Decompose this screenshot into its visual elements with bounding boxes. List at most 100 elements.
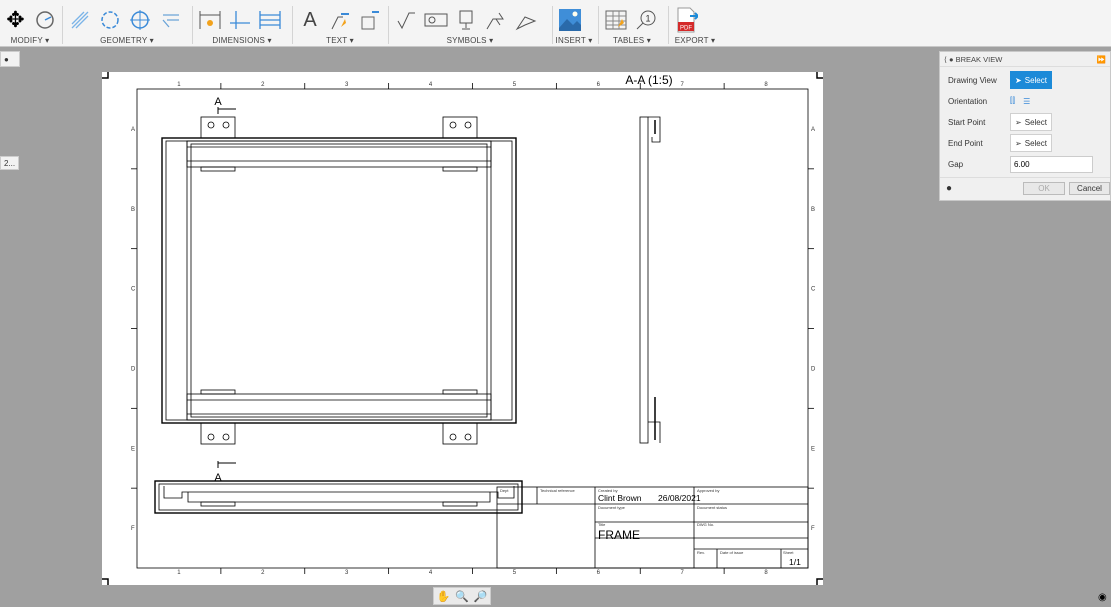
- row-label: D: [131, 366, 136, 372]
- symbols-group[interactable]: SYMBOLS ▾: [390, 0, 550, 47]
- geometry-menu[interactable]: GEOMETRY ▾: [64, 36, 190, 45]
- welding-symbol-icon[interactable]: [484, 8, 508, 32]
- collapse-icon[interactable]: ⟨ ●: [944, 55, 956, 64]
- move-icon[interactable]: ✥: [4, 7, 27, 32]
- break-view-panel: ⟨ ● BREAK VIEW ⏩ Drawing View ➤ Select Orie…: [939, 51, 1111, 201]
- column-label: 2: [261, 570, 265, 576]
- svg-text:1: 1: [645, 14, 650, 24]
- row-label: C: [811, 287, 816, 293]
- column-label: 8: [764, 82, 768, 88]
- cancel-button[interactable]: Cancel: [1069, 182, 1110, 195]
- row-label: A: [811, 127, 815, 133]
- svg-text:Document type: Document type: [598, 505, 626, 510]
- row-label: A: [131, 127, 135, 133]
- svg-text:Date of issue: Date of issue: [720, 550, 744, 555]
- title-block: [496, 486, 809, 569]
- datum-identifier-icon[interactable]: [454, 8, 478, 32]
- browser-toggle[interactable]: ●: [0, 51, 20, 67]
- export-group[interactable]: PDF EXPORT ▾: [670, 0, 720, 47]
- row-label: E: [811, 446, 815, 452]
- gap-input[interactable]: [1010, 155, 1093, 173]
- text-group[interactable]: A TEXT ▾: [294, 0, 386, 47]
- frame-bottom-view: [154, 461, 523, 514]
- column-label: 6: [597, 82, 601, 88]
- drawing-view-select-button[interactable]: ➤ Select: [1010, 71, 1052, 89]
- center-mark-pattern-icon[interactable]: [128, 8, 152, 32]
- text-menu[interactable]: TEXT ▾: [294, 36, 386, 45]
- end-point-select-button[interactable]: ➢ Select: [1010, 134, 1052, 152]
- drawing-sheet[interactable]: A A A-A (1:5) Dept Technical reference C…: [102, 72, 823, 585]
- text-style-icon[interactable]: [358, 8, 382, 32]
- column-label: 4: [429, 82, 433, 88]
- table-icon[interactable]: [604, 8, 628, 32]
- pan-icon[interactable]: ✋: [436, 590, 450, 603]
- svg-text:1/1: 1/1: [789, 557, 801, 567]
- symbols-menu[interactable]: SYMBOLS ▾: [390, 36, 550, 45]
- orientation-vertical-icon[interactable]: ⫿⫿: [1010, 96, 1015, 106]
- row-label: D: [811, 366, 816, 372]
- insert-menu[interactable]: INSERT ▾: [554, 36, 594, 45]
- dimension-icon[interactable]: [198, 8, 222, 32]
- toolbar: ✥ MODIFY ▾ GEOMETRY ▾ DIMENSIONS ▾ A TEX…: [0, 0, 1111, 47]
- modify-menu[interactable]: MODIFY ▾: [0, 36, 60, 45]
- modify-group[interactable]: ✥ MODIFY ▾: [0, 0, 60, 47]
- dimensions-group[interactable]: DIMENSIONS ▾: [194, 0, 290, 47]
- svg-text:Dept: Dept: [500, 488, 509, 493]
- info-icon[interactable]: ●: [946, 183, 952, 194]
- ordinate-dimension-icon[interactable]: [228, 8, 252, 32]
- svg-text:Title: Title: [598, 522, 606, 527]
- section-view-title: A-A (1:5): [625, 73, 672, 87]
- frame-top-view: [161, 107, 517, 445]
- column-label: 8: [764, 570, 768, 576]
- svg-text:Rev.: Rev.: [697, 550, 705, 555]
- tables-menu[interactable]: TABLES ▾: [600, 36, 664, 45]
- column-label: 1: [177, 82, 181, 88]
- geometry-group[interactable]: GEOMETRY ▾: [64, 0, 190, 47]
- column-label: 6: [597, 570, 601, 576]
- tables-group[interactable]: 1 TABLES ▾: [600, 0, 664, 47]
- feature-control-frame-icon[interactable]: [424, 8, 448, 32]
- section-label-top: A: [214, 96, 222, 108]
- side-tab-2[interactable]: 2...: [0, 156, 19, 170]
- centerline-icon[interactable]: [68, 8, 92, 32]
- svg-text:26/08/2021: 26/08/2021: [658, 493, 701, 503]
- column-label: 2: [261, 82, 265, 88]
- column-label: 4: [429, 570, 433, 576]
- panel-title: BREAK VIEW: [955, 54, 1003, 64]
- zoom-icon[interactable]: 🔎: [474, 590, 488, 603]
- orientation-horizontal-icon[interactable]: ☰: [1023, 97, 1030, 106]
- edge-symbol-icon[interactable]: [514, 8, 538, 32]
- zoom-window-icon[interactable]: 🔍: [455, 590, 469, 603]
- expand-icon[interactable]: ⏩: [1097, 55, 1106, 64]
- rotate-icon[interactable]: [33, 8, 56, 32]
- export-menu[interactable]: EXPORT ▾: [670, 36, 720, 45]
- text-icon[interactable]: A: [298, 8, 322, 32]
- leader-icon[interactable]: [328, 8, 352, 32]
- balloon-icon[interactable]: 1: [634, 8, 658, 32]
- row-label: B: [811, 207, 815, 213]
- ok-button[interactable]: OK: [1023, 182, 1065, 195]
- insert-group[interactable]: INSERT ▾: [554, 0, 594, 47]
- dimensions-menu[interactable]: DIMENSIONS ▾: [194, 36, 290, 45]
- surface-texture-icon[interactable]: [394, 8, 418, 32]
- export-pdf-icon[interactable]: PDF: [674, 7, 698, 33]
- start-point-select-button[interactable]: ➢ Select: [1010, 113, 1052, 131]
- svg-text:PDF: PDF: [680, 26, 692, 32]
- browser-icon: ●: [4, 54, 9, 64]
- edge-extension-icon[interactable]: [158, 8, 182, 32]
- row-label: C: [131, 287, 136, 293]
- end-point-label: End Point: [948, 138, 983, 148]
- svg-text:Technical reference: Technical reference: [540, 488, 575, 493]
- center-mark-icon[interactable]: [98, 8, 122, 32]
- baseline-dimension-icon[interactable]: [258, 8, 282, 32]
- insert-image-icon[interactable]: [558, 8, 582, 32]
- row-label: F: [131, 526, 135, 532]
- orbit-icon[interactable]: ◉: [1098, 592, 1107, 603]
- cursor-icon: ➤: [1015, 75, 1022, 85]
- column-label: 3: [345, 82, 349, 88]
- section-label-bottom: A: [214, 472, 222, 484]
- title-block-text: Dept Technical reference Created by Appr…: [500, 488, 801, 567]
- svg-text:DWG No.: DWG No.: [697, 522, 714, 527]
- row-label: E: [131, 446, 135, 452]
- column-label: 1: [177, 570, 181, 576]
